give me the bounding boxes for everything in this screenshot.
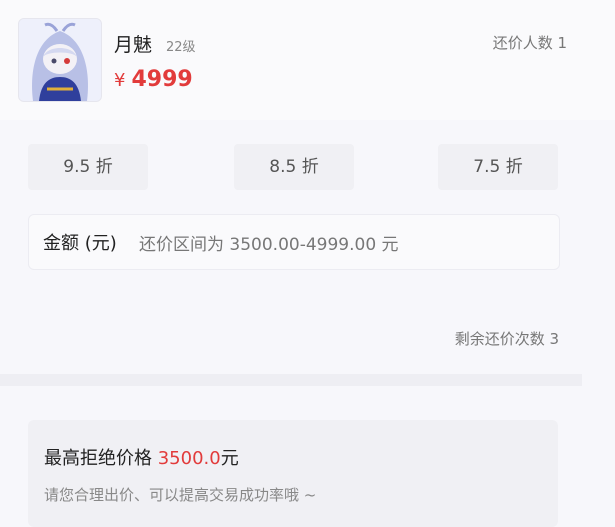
- notice-box: 最高拒绝价格 3500.0元 请您合理出价、可以提高交易成功率哦 ~: [28, 420, 558, 527]
- notice-title-value: 3500.0: [157, 448, 221, 469]
- character-name: 月魅: [114, 34, 153, 56]
- price-value: 4999: [131, 67, 193, 92]
- currency-symbol: ¥: [114, 70, 126, 91]
- amount-placeholder[interactable]: 还价区间为 3500.00-4999.00 元: [139, 230, 399, 255]
- remaining-bargains: 剩余还价次数 3: [454, 330, 559, 348]
- item-card: 月魅 22级 ¥4999 还价人数 1: [0, 0, 615, 120]
- character-level: 22级: [166, 40, 196, 55]
- discount-chip-75[interactable]: 7.5 折: [438, 144, 558, 190]
- character-avatar: [18, 18, 102, 102]
- amount-label: 金额 (元): [43, 233, 117, 254]
- max-reject-price: 最高拒绝价格 3500.0元: [44, 444, 239, 470]
- bargain-count: 还价人数 1: [492, 34, 567, 52]
- discount-chip-95[interactable]: 9.5 折: [28, 144, 148, 190]
- discount-chip-85[interactable]: 8.5 折: [234, 144, 354, 190]
- notice-title-prefix: 最高拒绝价格: [44, 448, 158, 469]
- amount-input-field[interactable]: 金额 (元) 还价区间为 3500.00-4999.00 元: [28, 214, 560, 270]
- notice-title-suffix: 元: [220, 448, 239, 469]
- notice-hint: 请您合理出价、可以提高交易成功率哦 ~: [44, 486, 317, 504]
- item-price: ¥4999: [114, 67, 193, 92]
- section-divider: [0, 374, 582, 386]
